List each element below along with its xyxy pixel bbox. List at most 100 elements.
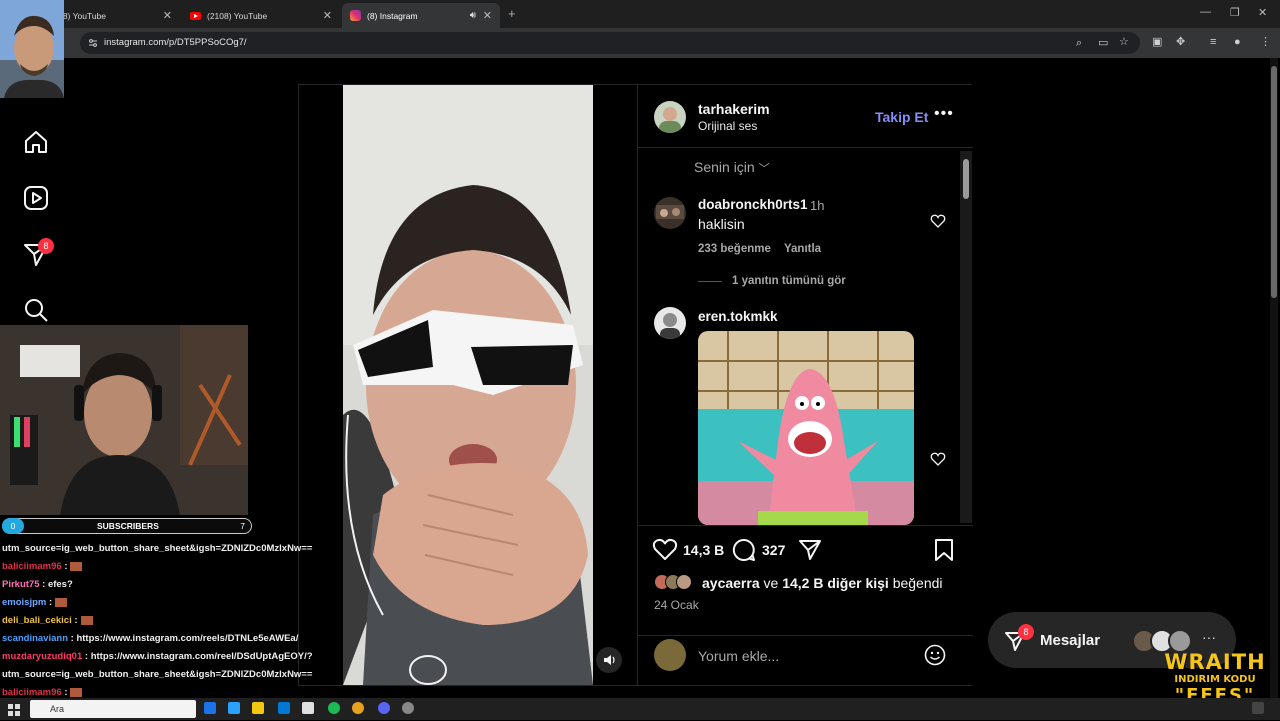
chat-emote xyxy=(80,615,93,625)
reel-video[interactable] xyxy=(343,85,593,685)
comments-scrollbar[interactable] xyxy=(960,151,972,523)
chat-line: utm_source=ig_web_button_share_sheet&igs… xyxy=(2,666,362,684)
comments-list[interactable]: Senin için ﹀ doabronckh0rts1 1h haklisin… xyxy=(638,147,973,525)
taskbar: Ara xyxy=(0,698,1280,720)
comment-count[interactable]: 327 xyxy=(762,542,785,558)
liked-by-avatars[interactable] xyxy=(654,574,704,592)
tab-title: (2108) YouTube xyxy=(207,10,268,21)
save-icon[interactable] xyxy=(934,538,954,562)
chat-message: : xyxy=(64,561,68,572)
chat-line: baliciimam96 : xyxy=(2,558,362,576)
site-info-icon[interactable] xyxy=(88,38,98,48)
discord-icon[interactable] xyxy=(378,702,390,714)
app-icon[interactable] xyxy=(278,702,290,714)
new-tab-icon[interactable]: + xyxy=(508,6,516,21)
search-icon[interactable] xyxy=(22,296,50,324)
chat-message: utm_source=ig_web_button_share_sheet&igs… xyxy=(2,543,313,554)
sort-label: Senin için xyxy=(694,159,755,175)
maximize-icon[interactable]: ❐ xyxy=(1230,6,1240,19)
tab-close-icon[interactable]: ✕ xyxy=(323,9,332,22)
facecam-large xyxy=(0,325,248,515)
chat-username: scandinaviann xyxy=(2,633,68,644)
commenter-avatar[interactable] xyxy=(654,307,686,339)
extensions-puzzle-icon[interactable]: ✥ xyxy=(1176,36,1185,48)
close-window-icon[interactable]: ✕ xyxy=(1258,6,1267,19)
facecam-image xyxy=(0,325,248,515)
emoji-icon[interactable] xyxy=(924,644,946,666)
like-count[interactable]: 14,3 B xyxy=(683,542,724,558)
install-app-icon[interactable]: ▭ xyxy=(1098,37,1108,49)
youtube-icon xyxy=(190,11,201,20)
liked-by-suffix: beğendi xyxy=(892,575,943,591)
patrick-gif-image xyxy=(698,331,914,525)
app-icon[interactable] xyxy=(228,702,240,714)
menu-icon[interactable]: ⋮ xyxy=(1260,36,1271,48)
post-sidebar: tarhakerim Orijinal ses Takip Et ••• Sen… xyxy=(637,85,973,685)
follow-button[interactable]: Takip Et xyxy=(875,109,928,125)
like-icon[interactable] xyxy=(652,538,678,562)
messages-badge: 8 xyxy=(1018,624,1034,640)
tab-instagram[interactable]: (8) Instagram 🔊︎ ✕ xyxy=(342,3,500,28)
liked-by-others[interactable]: 14,2 B diğer kişi xyxy=(782,575,889,591)
tab-close-icon[interactable]: ✕ xyxy=(483,9,492,22)
audio-label[interactable]: Orijinal ses xyxy=(698,119,757,133)
tab-youtube-2[interactable]: (2108) YouTube ✕ xyxy=(182,3,340,28)
file-explorer-icon[interactable] xyxy=(252,702,264,714)
liked-by-text: aycaerra ve 14,2 B diğer kişi beğendi xyxy=(702,575,943,591)
taskbar-search[interactable]: Ara xyxy=(30,700,196,718)
author-avatar[interactable] xyxy=(654,101,686,133)
more-conversations-icon: ··· xyxy=(1202,629,1216,645)
comment-input[interactable]: Yorum ekle... xyxy=(698,648,779,664)
comment-username[interactable]: doabronckh0rts1 xyxy=(698,197,808,212)
chat-username: emoisjpm xyxy=(2,597,47,608)
page-scrollbar[interactable] xyxy=(1270,58,1278,698)
app-icon[interactable] xyxy=(204,702,216,714)
bookmark-star-icon[interactable]: ☆ xyxy=(1119,36,1129,48)
chrome-icon[interactable] xyxy=(352,702,364,714)
omnibox[interactable]: instagram.com/p/DT5PPSoCOg7/ ⌕ ▭ ☆ xyxy=(80,32,1140,54)
chat-message: : https://www.instagram.com/reel/DSdUptA… xyxy=(84,651,313,662)
zoom-icon[interactable]: ⌕ xyxy=(1076,37,1082,49)
reels-icon[interactable] xyxy=(22,184,50,212)
comment-likes[interactable]: 233 beğenme xyxy=(698,243,771,255)
extension-icon[interactable]: ▣ xyxy=(1152,36,1162,48)
sort-dropdown[interactable]: Senin için ﹀ xyxy=(694,159,770,176)
address-bar-row: instagram.com/p/DT5PPSoCOg7/ ⌕ ▭ ☆ ▣ ✥ ≡… xyxy=(0,28,1280,58)
post-date[interactable]: 24 Ocak xyxy=(654,598,699,612)
tab-title: (8) Instagram xyxy=(367,10,418,21)
app-icon[interactable] xyxy=(302,702,314,714)
chat-username: baliciimam96 xyxy=(2,687,62,698)
media-controls-icon[interactable]: ≡ xyxy=(1210,36,1216,48)
profile-icon[interactable]: ● xyxy=(1234,36,1241,48)
comment-gif[interactable] xyxy=(698,331,914,525)
view-replies-button[interactable]: 1 yanıtın tümünü gör xyxy=(732,275,846,287)
comment-username[interactable]: eren.tokmkk xyxy=(698,309,778,324)
more-options-icon[interactable]: ••• xyxy=(934,105,954,123)
reply-button[interactable]: Yanıtla xyxy=(784,243,821,255)
comment-icon[interactable] xyxy=(732,538,756,562)
author-username[interactable]: tarhakerim xyxy=(698,101,770,117)
speaker-icon[interactable]: 🔊︎ xyxy=(470,10,476,21)
windows-start-icon[interactable] xyxy=(8,703,20,716)
chat-line: scandinaviann : https://www.instagram.co… xyxy=(2,630,362,648)
notification-center-icon[interactable] xyxy=(1252,702,1264,714)
tab-close-icon[interactable]: ✕ xyxy=(163,9,172,22)
instagram-icon xyxy=(350,10,361,21)
minimize-icon[interactable]: — xyxy=(1200,6,1211,18)
commenter-avatar[interactable] xyxy=(654,197,686,229)
chat-username: Pirkut75 xyxy=(2,579,40,590)
taskbar-search-placeholder: Ara xyxy=(50,704,65,714)
tab-youtube-1[interactable]: (8) YouTube ✕ xyxy=(52,3,180,28)
chat-message: : xyxy=(74,615,78,626)
comment-like-icon[interactable] xyxy=(930,451,946,467)
spotify-icon[interactable] xyxy=(328,702,340,714)
chat-line: deli_bali_cekici : xyxy=(2,612,362,630)
home-icon[interactable] xyxy=(22,128,50,156)
share-icon[interactable] xyxy=(798,538,822,562)
comment-like-icon[interactable] xyxy=(930,213,946,229)
mute-button[interactable] xyxy=(596,647,622,673)
liked-by-user[interactable]: aycaerra xyxy=(702,575,760,591)
app-icon[interactable] xyxy=(402,702,414,714)
current-user-avatar xyxy=(654,639,686,671)
replies-line xyxy=(698,281,722,282)
